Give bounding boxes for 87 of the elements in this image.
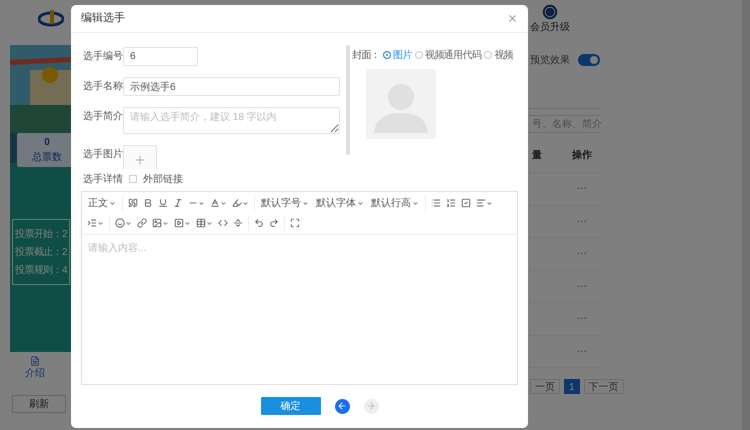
smiley-icon <box>115 218 125 228</box>
field-label: 选手简介 <box>83 110 123 124</box>
page-button[interactable]: 一页 <box>530 379 560 394</box>
column-header: 操作 <box>572 148 592 163</box>
checkbox-icon <box>461 198 471 208</box>
caret-icon <box>97 220 104 226</box>
text-field[interactable]: 示例选手6 <box>123 77 340 96</box>
avatar-placeholder-icon <box>366 69 436 139</box>
document-icon <box>30 356 40 366</box>
more-actions[interactable]: ··· <box>577 181 587 196</box>
preview-toggle[interactable] <box>578 54 600 66</box>
caret-icon <box>242 200 249 206</box>
stat-value: 0 <box>44 136 50 150</box>
caret-icon <box>162 220 169 226</box>
more-actions[interactable]: ··· <box>577 214 587 229</box>
caret-icon <box>220 200 227 206</box>
info-text: 投票截止：2 <box>15 246 68 260</box>
more-actions[interactable]: ··· <box>577 311 587 326</box>
align-icon <box>476 198 486 208</box>
caret-icon <box>357 200 364 206</box>
more-actions[interactable]: ··· <box>577 246 587 262</box>
image-icon <box>152 218 162 228</box>
info-text: 投票开始：2 <box>15 228 68 242</box>
cover-label: 封面： <box>352 48 380 62</box>
caret-icon <box>486 200 493 206</box>
video-icon <box>174 218 184 228</box>
caret-icon <box>184 220 191 226</box>
indent-icon <box>87 218 97 228</box>
radio-option[interactable]: 图片 <box>383 48 412 62</box>
fullscreen-icon <box>290 218 300 228</box>
logo-icon <box>38 8 64 28</box>
caret-icon <box>206 220 213 226</box>
column-header: 量 <box>532 149 543 163</box>
vip-label: 会员升级 <box>530 20 570 35</box>
right-arrow-icon <box>366 401 376 411</box>
field-label: 选手图片 <box>83 148 123 162</box>
more-actions[interactable]: ··· <box>577 344 587 359</box>
previous-button[interactable] <box>334 398 350 414</box>
field-label: 选手详情 <box>83 172 123 186</box>
link-icon <box>137 218 147 228</box>
divider-icon <box>233 218 243 228</box>
caret-icon <box>109 200 116 206</box>
numbered-list-icon <box>446 198 456 208</box>
bold-icon <box>143 198 153 208</box>
underline-icon <box>158 198 168 208</box>
text-field[interactable]: 6 <box>123 47 198 66</box>
page-button[interactable]: 下一页 <box>584 379 624 394</box>
table-icon <box>196 218 206 228</box>
bullet-list-icon <box>431 198 441 208</box>
caret-icon <box>302 200 309 206</box>
page-button[interactable]: 1 <box>564 379 580 394</box>
radio-button[interactable] <box>484 51 492 59</box>
toolbar-dropdown[interactable]: 默认行高 <box>368 195 422 211</box>
caret-icon <box>125 220 132 226</box>
stat-label: 总票数 <box>32 150 62 165</box>
textarea-field[interactable]: 请输入选手简介，建议 18 字以内 <box>123 107 340 134</box>
info-text: 投票规则：4 <box>15 264 68 278</box>
radio-option[interactable]: 视频通用代码 <box>414 48 482 62</box>
intro-tab[interactable]: 介绍 <box>25 366 45 381</box>
toolbar-dropdown[interactable]: 默认字体 <box>313 195 367 211</box>
checkbox-label: 外部链接 <box>143 172 183 186</box>
field-label: 选手编号 <box>83 50 123 64</box>
more-actions[interactable]: ··· <box>577 278 587 294</box>
left-arrow-icon <box>337 401 347 411</box>
radio-option[interactable]: 视频 <box>484 48 514 62</box>
italic-icon <box>173 198 183 208</box>
refresh-button[interactable]: 刷新 <box>12 395 66 413</box>
preview-label: 预览效果 <box>530 54 570 68</box>
confirm-button[interactable]: 确定 <box>260 397 320 415</box>
quote-icon <box>128 198 138 208</box>
radio-button[interactable] <box>414 51 423 59</box>
toolbar-dropdown[interactable]: 默认字号 <box>258 195 312 211</box>
caret-icon <box>198 200 205 206</box>
dialog-title: 编辑选手 <box>81 11 125 26</box>
field-label: 选手名称 <box>83 80 123 94</box>
highlighter-icon <box>232 198 242 208</box>
checkbox[interactable] <box>129 175 137 183</box>
font-color-icon <box>210 198 220 208</box>
caret-icon <box>412 200 419 206</box>
undo-icon <box>254 218 264 228</box>
redo-icon <box>269 218 279 228</box>
plus-icon <box>133 153 147 167</box>
radio-button[interactable] <box>383 51 392 59</box>
toolbar-dropdown[interactable]: 正文 <box>85 195 119 211</box>
close-icon[interactable] <box>507 13 518 24</box>
code-icon <box>218 218 228 228</box>
vip-badge-icon <box>542 4 558 20</box>
